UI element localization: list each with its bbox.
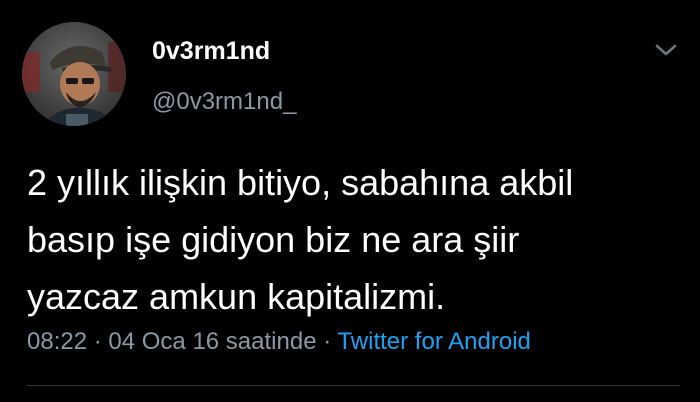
display-name[interactable]: 0v3rm1nd <box>152 36 270 66</box>
meta-separator: · <box>316 328 338 355</box>
meta-separator: · <box>87 328 109 355</box>
chevron-down-icon[interactable] <box>652 40 680 60</box>
tweet-line: yazcaz amkun kapitalizmi. <box>27 276 446 317</box>
tweet-text: 2 yıllık ilişkin bitiyo, sabahına akbil … <box>27 154 677 325</box>
tweet-date: 04 Oca 16 saatinde <box>108 328 317 355</box>
profile-photo-icon <box>22 22 126 126</box>
avatar[interactable] <box>22 22 126 126</box>
tweet-source-link[interactable]: Twitter for Android <box>337 328 530 355</box>
username-handle[interactable]: @0v3rm1nd_ <box>152 88 296 116</box>
tweet-line: basıp işe gidiyon biz ne ara şiir <box>27 219 520 260</box>
tweet-time: 08:22 <box>27 328 88 355</box>
divider <box>27 385 680 386</box>
tweet-meta: 08:22 · 04 Oca 16 saatinde · Twitter for… <box>27 327 531 357</box>
tweet-line: 2 yıllık ilişkin bitiyo, sabahına akbil <box>27 162 574 203</box>
